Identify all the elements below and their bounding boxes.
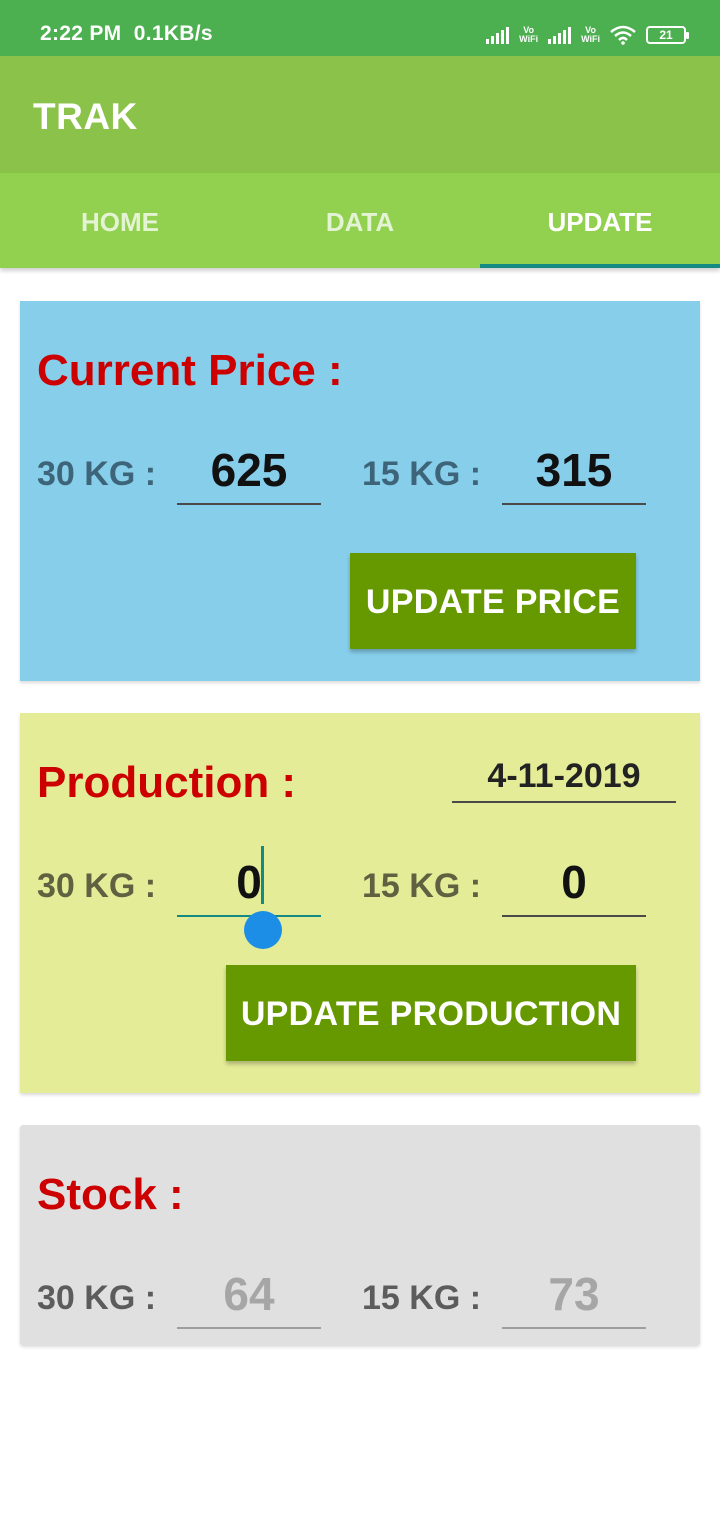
stock-heading: Stock : bbox=[37, 1170, 184, 1219]
tab-home[interactable]: HOME bbox=[0, 173, 240, 268]
price-30kg-input[interactable]: 625 bbox=[177, 443, 321, 505]
signal-icon bbox=[486, 26, 510, 44]
production-15kg-label: 15 KG : bbox=[362, 867, 482, 905]
stock-30kg-label: 30 KG : bbox=[37, 1279, 157, 1317]
cursor-handle[interactable] bbox=[244, 911, 282, 949]
tab-bar: HOME DATA UPDATE bbox=[0, 173, 720, 268]
production-30kg-input[interactable]: 0 bbox=[177, 855, 321, 917]
status-icons: Vo WiFi Vo WiFi 21 bbox=[486, 22, 689, 48]
stock-card: Stock : 30 KG : 64 15 KG : 73 bbox=[20, 1125, 700, 1345]
stock-15kg-label: 15 KG : bbox=[362, 1279, 482, 1317]
price-15kg-input[interactable]: 315 bbox=[502, 443, 646, 505]
clock: 2:22 PM bbox=[40, 22, 122, 45]
status-time: 2:22 PM 0.1KB/s bbox=[40, 22, 213, 46]
wifi-icon bbox=[610, 25, 636, 45]
app-bar: TRAK bbox=[0, 56, 720, 173]
text-cursor bbox=[261, 846, 264, 904]
production-30kg-label: 30 KG : bbox=[37, 867, 157, 905]
battery-icon: 21 bbox=[646, 26, 689, 44]
network-speed: 0.1KB/s bbox=[133, 22, 213, 45]
tab-indicator bbox=[480, 264, 720, 268]
tab-data[interactable]: DATA bbox=[240, 173, 480, 268]
tab-update[interactable]: UPDATE bbox=[480, 173, 720, 268]
status-bar: 2:22 PM 0.1KB/s Vo WiFi Vo WiFi 21 bbox=[0, 0, 720, 56]
price-15kg-label: 15 KG : bbox=[362, 455, 482, 493]
production-heading: Production : bbox=[37, 758, 297, 807]
update-production-button[interactable]: UPDATE PRODUCTION bbox=[226, 965, 636, 1061]
stock-30kg-value: 64 bbox=[177, 1267, 321, 1329]
current-price-card: Current Price : 30 KG : 625 15 KG : 315 … bbox=[20, 301, 700, 681]
stock-15kg-value: 73 bbox=[502, 1267, 646, 1329]
signal-icon-2 bbox=[548, 26, 572, 44]
production-date-field[interactable]: 4-11-2019 bbox=[452, 755, 676, 803]
production-15kg-input[interactable]: 0 bbox=[502, 855, 646, 917]
update-price-button[interactable]: UPDATE PRICE bbox=[350, 553, 636, 649]
production-card: Production : 4-11-2019 30 KG : 0 15 KG :… bbox=[20, 713, 700, 1093]
vowifi-icon-2: Vo WiFi bbox=[581, 25, 600, 44]
app-title: TRAK bbox=[33, 96, 138, 137]
vowifi-icon: Vo WiFi bbox=[519, 25, 539, 44]
price-30kg-label: 30 KG : bbox=[37, 455, 157, 493]
current-price-heading: Current Price : bbox=[37, 346, 343, 395]
